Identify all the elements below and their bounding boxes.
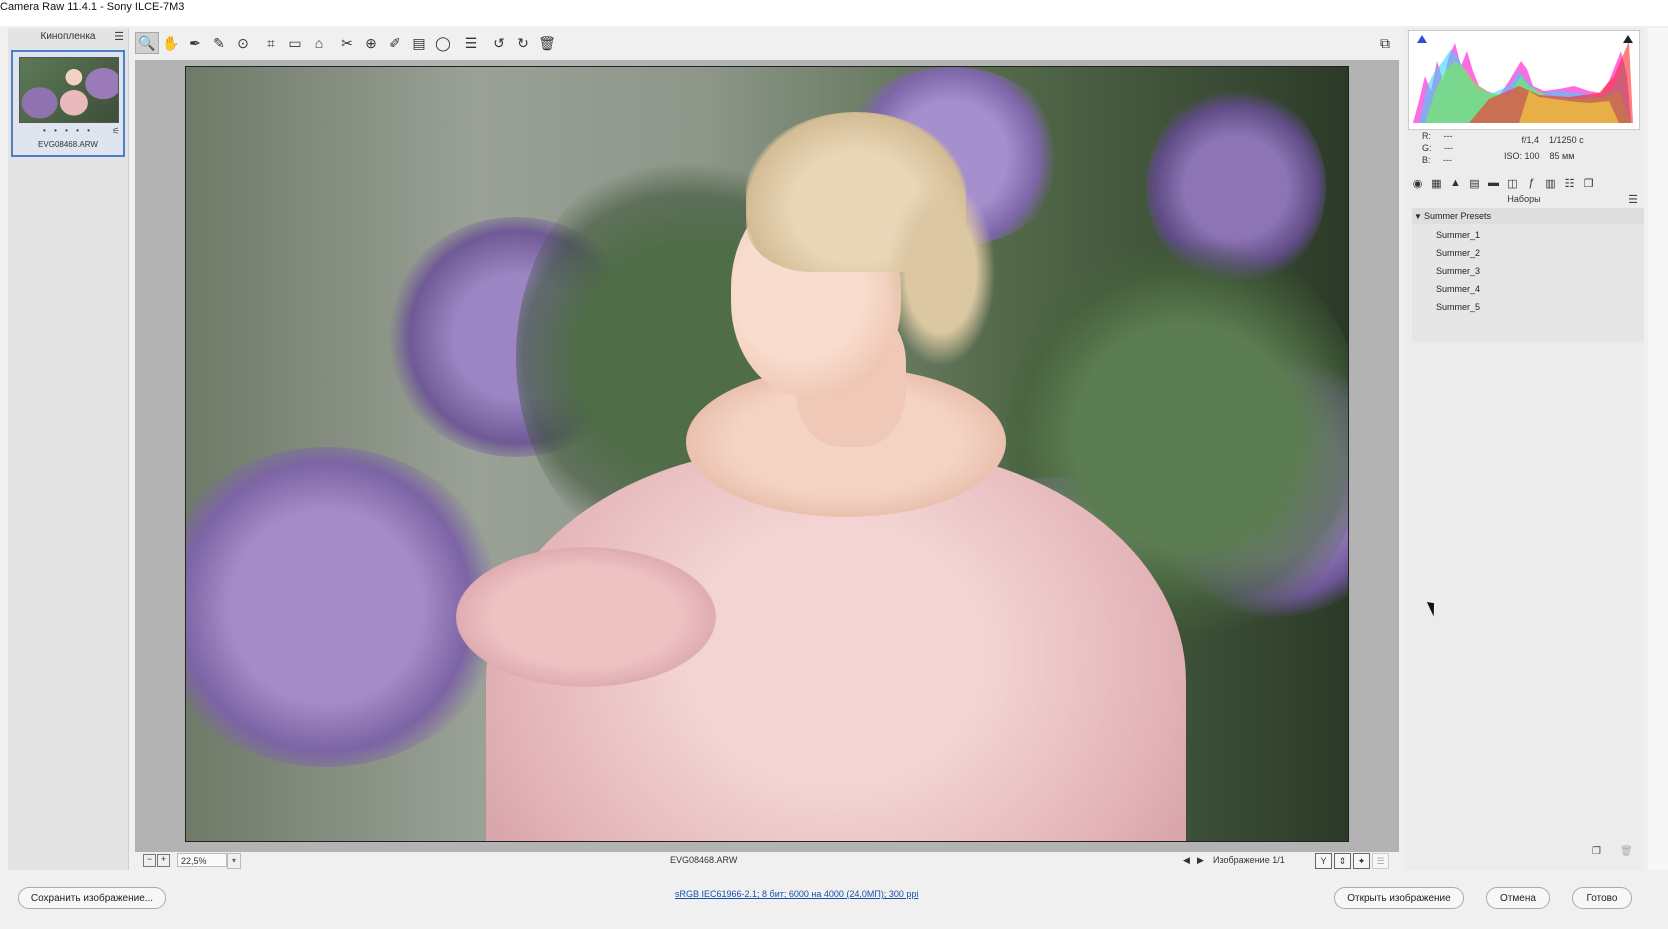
next-image-icon[interactable]: ▶ (1197, 855, 1204, 866)
image-counter: Изображение 1/1 (1213, 855, 1285, 865)
toolbar: 🔍 ✋ ✒ ✎ ⊙ ⌗ ▭ ⌂ ✂ ⊕ ✐ ▤ ◯ ☰ ↺ ↻ 🗑 (135, 32, 559, 56)
shadow-clipping-icon[interactable] (1417, 35, 1427, 43)
preset-item[interactable]: Summer_1 (1436, 226, 1480, 244)
current-filename: EVG08468.ARW (670, 855, 738, 865)
targeted-adjustment-tool-icon[interactable]: ⊙ (231, 32, 255, 54)
window-edge (1648, 28, 1668, 870)
thumbnail-rating[interactable]: • • • • • (13, 126, 123, 135)
tab-hsl-icon[interactable]: ▤ (1465, 174, 1484, 192)
filmstrip-menu-icon[interactable]: ☰ (114, 28, 124, 46)
rgb-readout: R: --- G: --- B: --- (1422, 130, 1453, 166)
save-image-button[interactable]: Сохранить изображение... (18, 887, 166, 909)
preferences-icon[interactable]: ☰ (459, 32, 483, 54)
zoom-level-field[interactable]: 22,5% (177, 853, 227, 867)
workflow-options-link[interactable]: sRGB IEC61966-2.1; 8 бит; 6000 на 4000 (… (675, 889, 918, 899)
before-after-toggle-icon[interactable]: Y (1315, 853, 1332, 869)
preset-group: ▼ Summer Presets Summer_1 Summer_2 Summer… (1412, 208, 1644, 342)
filmstrip-title: Кинопленка (40, 31, 96, 42)
previous-image-icon[interactable]: ◀ (1183, 855, 1190, 866)
g-value: --- (1444, 143, 1454, 153)
histogram-graph (1413, 41, 1633, 123)
preset-item[interactable]: Summer_5 (1436, 298, 1480, 316)
b-value: --- (1443, 155, 1453, 165)
bottom-bar: Сохранить изображение... sRGB IEC61966-2… (0, 872, 1668, 924)
filmstrip-panel: Кинопленка ☰ • • • • • ⚟ EVG08468.ARW (8, 28, 129, 870)
toggle-settings-icon[interactable]: ☰ (1372, 853, 1389, 869)
tab-presets-icon[interactable]: ☷ (1560, 174, 1579, 192)
status-bar: − + 22,5% ▾ EVG08468.ARW ◀ ▶ Изображение… (135, 852, 1399, 870)
aperture-value: f/1,4 (1521, 135, 1540, 145)
transform-tool-icon[interactable]: ⌂ (307, 32, 331, 54)
open-image-button[interactable]: Открыть изображение (1334, 887, 1464, 909)
cancel-button[interactable]: Отмена (1486, 887, 1550, 909)
camera-info: f/1,4 1/1250 с ISO: 100 85 мм (1504, 132, 1584, 164)
preset-item[interactable]: Summer_2 (1436, 244, 1480, 262)
right-panel: R: --- G: --- B: --- f/1,4 1/1250 с ISO:… (1404, 28, 1644, 870)
adjustment-brush-icon[interactable]: ✐ (383, 32, 407, 54)
preset-group-header[interactable]: ▼ Summer Presets (1412, 208, 1644, 224)
zoom-out-button[interactable]: − (143, 854, 156, 867)
white-balance-tool-icon[interactable]: ✒ (183, 32, 207, 54)
swap-settings-icon[interactable]: ⇕ (1334, 853, 1351, 869)
r-value: --- (1443, 131, 1453, 141)
tab-snapshots-icon[interactable]: ❐ (1579, 174, 1598, 192)
rotate-left-icon[interactable]: ↺ (487, 32, 511, 54)
presets-panel-title: Наборы (1507, 194, 1541, 204)
rotate-right-icon[interactable]: ↻ (511, 32, 535, 54)
done-button[interactable]: Готово (1572, 887, 1632, 909)
zoom-dropdown-icon[interactable]: ▾ (227, 853, 241, 869)
image-region (886, 177, 996, 367)
straighten-tool-icon[interactable]: ▭ (283, 32, 307, 54)
title-bar: Camera Raw 11.4.1 - Sony ILCE-7M3 (0, 0, 1668, 26)
presets-menu-icon[interactable]: ☰ (1628, 193, 1638, 206)
shutter-value: 1/1250 с (1549, 135, 1584, 145)
crop-tool-icon[interactable]: ⌗ (259, 32, 283, 54)
tab-tone-curve-icon[interactable]: ▦ (1427, 174, 1446, 192)
delete-icon[interactable]: 🗑 (535, 32, 559, 54)
preview-image[interactable] (185, 66, 1349, 842)
tab-split-toning-icon[interactable]: ▬ (1484, 174, 1503, 192)
highlight-clipping-icon[interactable] (1623, 35, 1633, 43)
delete-preset-icon[interactable]: 🗑 (1620, 846, 1633, 857)
b-label: B: (1422, 155, 1431, 165)
adjusted-badge-icon: ⚟ (111, 126, 120, 136)
copy-settings-icon[interactable]: ✦ (1353, 853, 1370, 869)
preset-group-name: Summer Presets (1424, 211, 1492, 221)
tab-lens-icon[interactable]: ◫ (1503, 174, 1522, 192)
fullscreen-toggle-icon[interactable]: ⧉ (1375, 35, 1395, 53)
preset-item[interactable]: Summer_4 (1436, 280, 1480, 298)
g-label: G: (1422, 143, 1432, 153)
hand-tool-icon[interactable]: ✋ (159, 32, 183, 54)
filmstrip-thumbnail[interactable]: • • • • • ⚟ EVG08468.ARW (11, 50, 125, 157)
tab-effects-icon[interactable]: ƒ (1522, 174, 1541, 192)
tab-basic-icon[interactable]: ◉ (1408, 174, 1427, 192)
histogram (1408, 30, 1640, 130)
r-label: R: (1422, 131, 1431, 141)
image-canvas[interactable] (135, 60, 1399, 852)
panel-tabs: ◉ ▦ ▲ ▤ ▬ ◫ ƒ ▥ ☷ ❐ (1408, 174, 1640, 192)
zoom-tool-icon[interactable]: 🔍 (135, 32, 159, 54)
preset-item[interactable]: Summer_3 (1436, 262, 1480, 280)
red-eye-tool-icon[interactable]: ⊕ (359, 32, 383, 54)
filmstrip-header: Кинопленка ☰ (8, 28, 128, 46)
tab-detail-icon[interactable]: ▲ (1446, 174, 1465, 192)
new-preset-icon[interactable]: ❐ (1592, 846, 1601, 857)
zoom-in-button[interactable]: + (157, 854, 170, 867)
window-title: Camera Raw 11.4.1 - Sony ILCE-7M3 (0, 1, 185, 13)
tab-calibration-icon[interactable]: ▥ (1541, 174, 1560, 192)
image-region (456, 547, 716, 687)
thumbnail-filename: EVG08468.ARW (38, 140, 98, 149)
thumbnail-image (19, 57, 119, 123)
graduated-filter-icon[interactable]: ▤ (407, 32, 431, 54)
spot-removal-tool-icon[interactable]: ✂ (335, 32, 359, 54)
radial-filter-icon[interactable]: ◯ (431, 32, 455, 54)
collapse-arrow-icon[interactable]: ▼ (1412, 209, 1424, 225)
color-sampler-tool-icon[interactable]: ✎ (207, 32, 231, 54)
iso-value: ISO: 100 (1504, 151, 1540, 161)
focal-length-value: 85 мм (1549, 151, 1575, 161)
